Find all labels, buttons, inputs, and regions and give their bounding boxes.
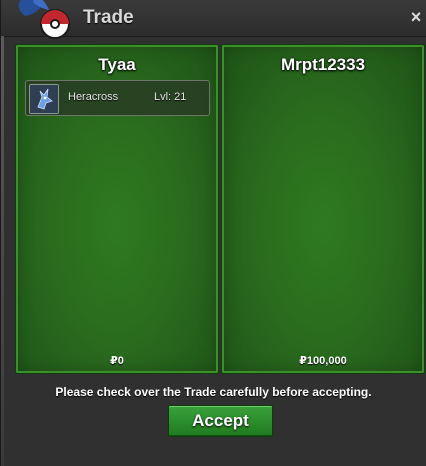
left-trade-panel: Tyaa Heracross Lvl: 21 ₽0 bbox=[15, 44, 219, 374]
window-left-edge bbox=[1, 36, 4, 466]
title-bar[interactable]: Trade × bbox=[1, 0, 426, 39]
right-money: ₽100,000 bbox=[299, 355, 347, 367]
pokeball-logo-icon bbox=[18, 0, 70, 39]
left-money: ₽0 bbox=[110, 355, 124, 367]
item-level: Lvl: 21 bbox=[154, 91, 187, 103]
window-title: Trade bbox=[83, 7, 134, 28]
accept-button[interactable]: Accept bbox=[168, 405, 273, 437]
right-trade-panel: Mrpt12333 ₽100,000 bbox=[221, 44, 425, 374]
heracross-icon bbox=[29, 84, 59, 114]
trade-notice: Please check over the Trade carefully be… bbox=[55, 385, 372, 399]
close-icon[interactable]: × bbox=[407, 8, 425, 26]
left-player-name: Tyaa bbox=[98, 55, 136, 74]
right-player-name: Mrpt12333 bbox=[280, 55, 366, 74]
trade-item-slot[interactable]: Heracross Lvl: 21 bbox=[25, 80, 210, 116]
trade-window: Trade × Tyaa Heracross Lvl: 21 ₽0 Mrpt12… bbox=[0, 0, 426, 466]
item-name: Heracross bbox=[68, 91, 119, 103]
